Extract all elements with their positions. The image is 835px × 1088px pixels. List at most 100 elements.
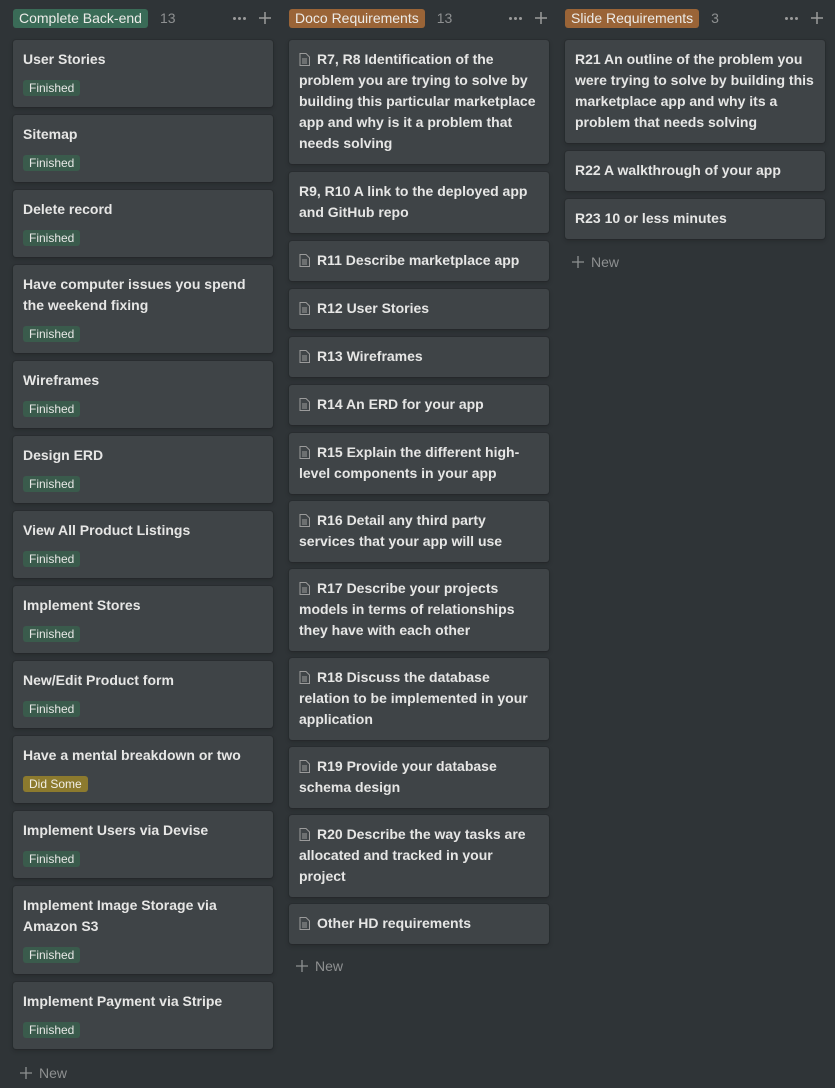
card[interactable]: Other HD requirements: [289, 904, 549, 944]
more-options-icon[interactable]: [231, 9, 247, 27]
card-title: Sitemap: [23, 126, 78, 142]
column-header: Complete Back-end 13: [13, 0, 273, 36]
column-complete-back-end: Complete Back-end 13 User Stories Finish…: [13, 0, 273, 1081]
add-card-icon[interactable]: [533, 9, 549, 27]
document-icon: [299, 514, 310, 527]
document-icon: [299, 254, 310, 267]
add-card-icon[interactable]: [809, 9, 825, 27]
card-title: R11 Describe marketplace app: [299, 250, 539, 271]
card[interactable]: R21 An outline of the problem you were t…: [565, 40, 825, 143]
card[interactable]: R14 An ERD for your app: [289, 385, 549, 425]
status-badge: Finished: [23, 947, 81, 963]
card-title-text: R11 Describe marketplace app: [317, 252, 520, 268]
card[interactable]: R9, R10 A link to the deployed app and G…: [289, 172, 549, 233]
document-icon: [299, 398, 310, 411]
column-actions: [231, 9, 273, 27]
more-options-icon[interactable]: [507, 9, 523, 27]
plus-icon: [572, 256, 584, 268]
document-icon: [299, 828, 310, 841]
document-icon: [299, 446, 310, 459]
card-title: R14 An ERD for your app: [299, 394, 539, 415]
card-title-text: R9, R10 A link to the deployed app and G…: [299, 183, 528, 220]
column-tag[interactable]: Complete Back-end: [13, 8, 148, 28]
card-title: Wireframes: [23, 372, 100, 388]
card[interactable]: R12 User Stories: [289, 289, 549, 329]
card-title-text: R16 Detail any third party services that…: [299, 512, 503, 549]
card-title: Implement Image Storage via Amazon S3: [23, 897, 217, 934]
card-title: R23 10 or less minutes: [575, 208, 815, 229]
column-actions: [783, 9, 825, 27]
plus-icon: [296, 960, 308, 972]
card[interactable]: R23 10 or less minutes: [565, 199, 825, 239]
document-icon: [299, 302, 310, 315]
new-card-button[interactable]: New: [295, 958, 343, 974]
card[interactable]: R16 Detail any third party services that…: [289, 501, 549, 562]
card-title: R18 Discuss the database relation to be …: [299, 667, 539, 730]
card[interactable]: R20 Describe the way tasks are allocated…: [289, 815, 549, 897]
new-card-label: New: [315, 958, 344, 974]
card-title-text: R22 A walkthrough of your app: [575, 162, 781, 178]
status-badge: Finished: [23, 230, 81, 246]
card[interactable]: R18 Discuss the database relation to be …: [289, 658, 549, 740]
card[interactable]: R19 Provide your database schema design: [289, 747, 549, 808]
status-badge: Finished: [23, 401, 81, 417]
card[interactable]: View All Product Listings Finished: [13, 511, 273, 578]
card[interactable]: R15 Explain the different high-level com…: [289, 433, 549, 494]
new-card-button[interactable]: New: [571, 254, 619, 270]
status-badge: Did Some: [23, 776, 88, 792]
card[interactable]: R7, R8 Identification of the problem you…: [289, 40, 549, 164]
document-icon: [299, 760, 310, 773]
status-badge: Finished: [23, 80, 81, 96]
card-title: R12 User Stories: [299, 298, 539, 319]
card[interactable]: Wireframes Finished: [13, 361, 273, 428]
card[interactable]: User Stories Finished: [13, 40, 273, 107]
add-card-icon[interactable]: [257, 9, 273, 27]
card[interactable]: R13 Wireframes: [289, 337, 549, 377]
card[interactable]: Implement Users via Devise Finished: [13, 811, 273, 878]
card-title: User Stories: [23, 51, 106, 67]
card-title-text: R20 Describe the way tasks are allocated…: [299, 826, 526, 884]
card-title-text: R7, R8 Identification of the problem you…: [299, 51, 536, 151]
new-card-button[interactable]: New: [19, 1065, 67, 1081]
card-title: R19 Provide your database schema design: [299, 756, 539, 798]
card[interactable]: R22 A walkthrough of your app: [565, 151, 825, 191]
document-icon: [299, 350, 310, 363]
card-title: R13 Wireframes: [299, 346, 539, 367]
card[interactable]: R17 Describe your projects models in ter…: [289, 569, 549, 651]
column-count: 3: [711, 10, 719, 26]
document-icon: [299, 582, 310, 595]
card[interactable]: Implement Stores Finished: [13, 586, 273, 653]
card-title-text: R18 Discuss the database relation to be …: [299, 669, 528, 727]
column-doco-requirements: Doco Requirements 13 R7, R8 Identificati…: [289, 0, 549, 974]
status-badge: Finished: [23, 155, 81, 171]
column-count: 13: [436, 10, 453, 26]
column-tag[interactable]: Slide Requirements: [565, 8, 700, 28]
new-card-label: New: [39, 1065, 68, 1081]
card-title: R9, R10 A link to the deployed app and G…: [299, 181, 539, 223]
card-title: View All Product Listings: [23, 522, 191, 538]
card-title-text: R21 An outline of the problem you were t…: [575, 51, 814, 130]
card[interactable]: R11 Describe marketplace app: [289, 241, 549, 281]
more-options-icon[interactable]: [783, 9, 799, 27]
card-title: R22 A walkthrough of your app: [575, 160, 815, 181]
column-count: 13: [159, 10, 176, 26]
card-title-text: R17 Describe your projects models in ter…: [299, 580, 515, 638]
status-badge: Finished: [23, 701, 81, 717]
card[interactable]: New/Edit Product form Finished: [13, 661, 273, 728]
card-title: R17 Describe your projects models in ter…: [299, 578, 539, 641]
status-badge: Finished: [23, 851, 81, 867]
card[interactable]: Sitemap Finished: [13, 115, 273, 182]
card[interactable]: Implement Payment via Stripe Finished: [13, 982, 273, 1049]
card-title: R21 An outline of the problem you were t…: [575, 49, 815, 133]
column-tag[interactable]: Doco Requirements: [289, 8, 425, 28]
card[interactable]: Design ERD Finished: [13, 436, 273, 503]
card[interactable]: Implement Image Storage via Amazon S3 Fi…: [13, 886, 273, 974]
card[interactable]: Delete record Finished: [13, 190, 273, 257]
card-title-text: Other HD requirements: [317, 915, 472, 931]
card-title: Design ERD: [23, 447, 104, 463]
card[interactable]: Have computer issues you spend the weeke…: [13, 265, 273, 353]
card[interactable]: Have a mental breakdown or two Did Some: [13, 736, 273, 803]
card-title: Delete record: [23, 201, 113, 217]
card-title: New/Edit Product form: [23, 672, 174, 688]
new-card-label: New: [591, 254, 620, 270]
